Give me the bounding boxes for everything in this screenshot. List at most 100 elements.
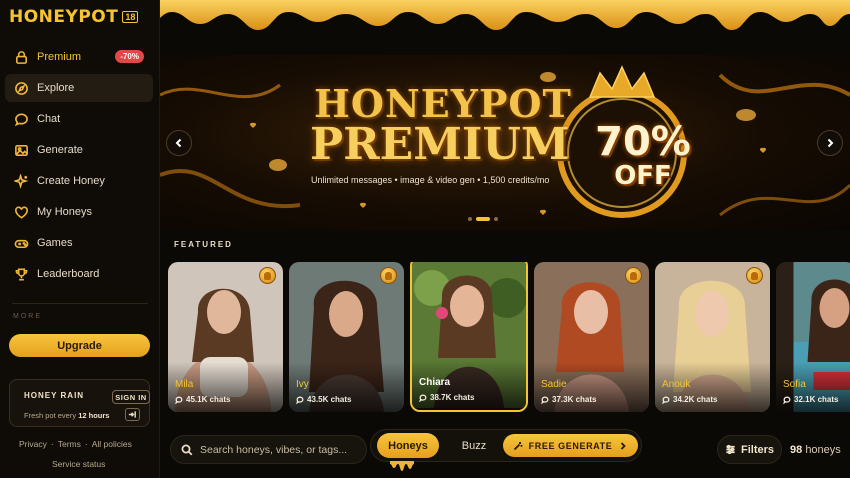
honey-card[interactable]: Anouk 34.2K chats [655,262,770,412]
chat-count-text: 43.5K chats [307,395,352,404]
login-arrow-icon [128,411,136,418]
card-name: Mila [175,379,194,390]
free-generate-label: FREE GENERATE [528,440,613,451]
chevron-right-icon [827,138,834,148]
card-chat-count: 37.3K chats [541,395,596,404]
chevron-right-icon [621,441,627,450]
tab-honeys[interactable]: Honeys [377,433,439,458]
featured-heading: FEATURED [174,240,233,249]
honey-pot-icon [259,267,276,284]
logo[interactable]: HONEYPOT 18 [9,7,139,27]
sidebar-item-label: Chat [37,113,61,125]
image-icon [13,142,29,158]
card-chat-count: 32.1K chats [783,395,838,404]
sidebar-item-my-honeys[interactable]: My Honeys [5,198,153,226]
sign-in-button[interactable]: SIGN IN [112,390,150,404]
all-policies-link[interactable]: All policies [92,439,132,449]
main-content: HONEYPOT PREMIUM Unlimited messages • im… [160,0,850,478]
honey-card[interactable]: Mila 45.1K chats [168,262,283,412]
tab-buzz[interactable]: Buzz [449,433,499,458]
honey-rain-card: HONEY RAIN SIGN IN Fresh pot every 12 ho… [9,379,150,427]
privacy-link[interactable]: Privacy [19,439,47,449]
card-name: Ivy [296,379,309,390]
heart-icon [13,204,29,220]
sidebar-item-games[interactable]: Games [5,229,153,257]
lock-icon [13,49,29,65]
chat-count-text: 32.1K chats [794,395,839,404]
logo-text: HONEYPOT [9,7,119,27]
honey-card-selected[interactable]: Chiara 38.7K chats [410,262,528,412]
chat-count-text: 45.1K chats [186,395,231,404]
carousel-dot[interactable] [476,217,490,221]
featured-cards: Mila 45.1K chats Ivy 43.5K chats Chiara … [168,262,850,414]
card-chat-count: 45.1K chats [175,395,230,404]
sidebar-item-label: Explore [37,82,75,94]
feed-toggle: Honeys Buzz FREE GENERATE [370,429,642,462]
filters-button[interactable]: Filters [717,435,782,464]
trophy-icon [13,266,29,282]
honey-card[interactable]: Sadie 37.3K chats [534,262,649,412]
filters-label: Filters [740,443,774,456]
sidebar-item-create-honey[interactable]: Create Honey [5,167,153,195]
crown-icon [588,65,656,98]
sidebar-item-label: Games [37,237,73,249]
gamepad-icon [13,235,29,251]
honey-rain-interval: 12 hours [78,411,110,420]
carousel-prev-button[interactable] [166,130,192,156]
card-name: Anouk [662,379,691,390]
chat-bubble-icon [783,396,791,404]
search-bar[interactable] [170,435,367,464]
chat-bubble-icon [541,396,549,404]
honey-rain-subtitle: Fresh pot every 12 hours [24,411,109,420]
more-section-label: MORE [13,313,42,320]
results-count: 98 honeys [790,444,841,456]
sidebar-item-explore[interactable]: Explore [5,74,153,102]
free-generate-button[interactable]: FREE GENERATE [503,434,638,457]
sidebar-item-generate[interactable]: Generate [5,136,153,164]
honey-card[interactable]: Ivy 43.5K chats [289,262,404,412]
honey-rain-title: HONEY RAIN [24,391,85,400]
sidebar-nav: Premium -70% Explore Chat Generate Creat… [5,43,153,291]
card-name: Sadie [541,379,567,390]
sidebar-item-label: Create Honey [37,175,105,187]
honey-pot-icon [746,267,763,284]
sidebar-item-leaderboard[interactable]: Leaderboard [5,260,153,288]
sidebar: HONEYPOT 18 Premium -70% Explore Chat Ge… [0,0,160,478]
sidebar-item-label: Premium [37,51,82,63]
card-chat-count: 43.5K chats [296,395,351,404]
terms-link[interactable]: Terms [58,439,81,449]
carousel-dot[interactable] [494,217,498,221]
card-name: Sofia [783,379,806,390]
compass-icon [13,80,29,96]
card-name: Chiara [419,377,451,388]
discount-badge: -70% [115,50,144,63]
chat-count-text: 37.3K chats [552,395,597,404]
discount-percent: 70% [595,119,691,165]
login-enter-button[interactable] [125,408,140,421]
chat-count-text: 34.2K chats [673,395,718,404]
sidebar-item-label: Generate [37,144,83,156]
chat-bubble-icon [662,396,670,404]
honey-drip-decoration [160,0,850,30]
banner-headline: PREMIUM [310,119,570,170]
age-badge: 18 [122,11,139,23]
results-count-label: honeys [805,444,841,456]
sidebar-item-label: Leaderboard [37,268,100,280]
carousel-next-button[interactable] [817,130,843,156]
chat-bubble-icon [296,396,304,404]
search-input[interactable] [200,443,360,456]
upgrade-button[interactable]: Upgrade [9,334,150,357]
sparkle-icon [13,173,29,189]
chat-count-text: 38.7K chats [430,393,475,402]
magic-wand-icon [513,441,523,450]
sidebar-item-chat[interactable]: Chat [5,105,153,133]
sidebar-item-label: My Honeys [37,206,93,218]
premium-banner[interactable]: HONEYPOT PREMIUM Unlimited messages • im… [160,55,850,230]
honey-pot-icon [625,267,642,284]
service-status-link[interactable]: Service status [52,459,105,469]
sidebar-item-premium[interactable]: Premium -70% [5,43,153,71]
chevron-left-icon [175,138,182,148]
honey-card[interactable]: Sofia 32.1K chats [776,262,850,412]
carousel-dot[interactable] [468,217,472,221]
footer-separator: · [84,439,88,449]
